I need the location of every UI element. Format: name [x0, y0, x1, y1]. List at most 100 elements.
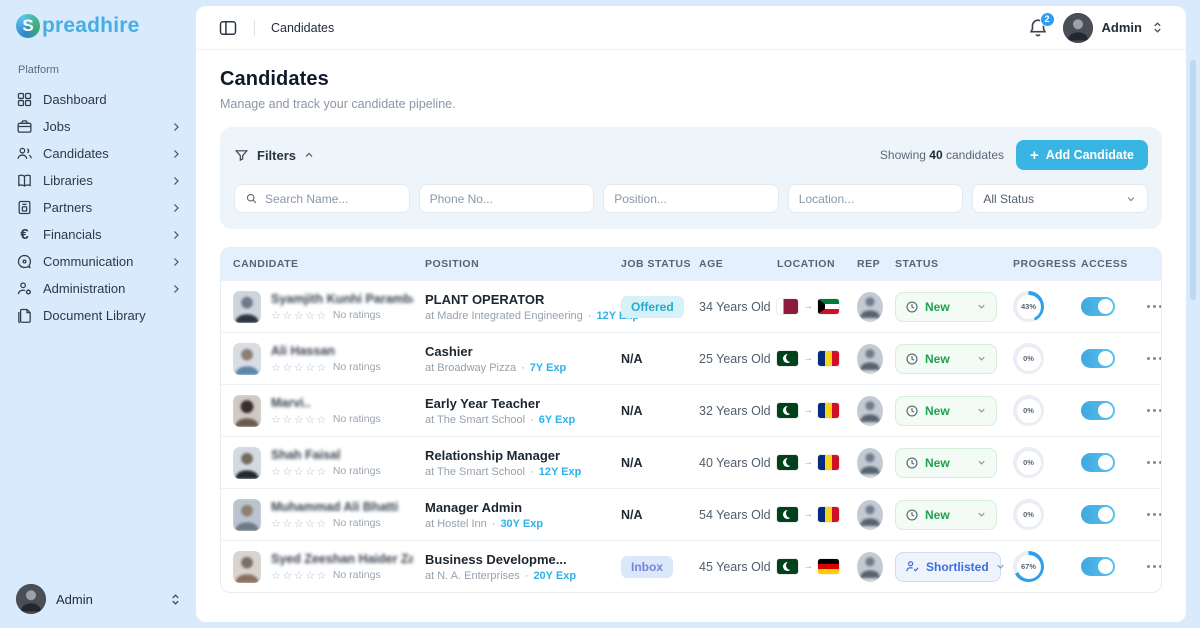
- company-label: at Hostel Inn: [425, 518, 487, 530]
- chevron-up-icon[interactable]: [303, 149, 315, 161]
- rating-stars[interactable]: ☆☆☆☆☆: [271, 517, 328, 530]
- row-menu-button[interactable]: [1143, 509, 1162, 520]
- avatar: [1063, 13, 1093, 43]
- no-ratings-label: No ratings: [333, 517, 381, 529]
- candidate-name[interactable]: Syed Zeeshan Haider Zaidi: [271, 552, 413, 566]
- brand-orb-icon: S: [16, 14, 40, 38]
- rating-stars[interactable]: ☆☆☆☆☆: [271, 413, 328, 426]
- access-toggle[interactable]: [1081, 401, 1115, 420]
- arrow-icon: →: [803, 457, 813, 468]
- sidebar-item-administration[interactable]: Administration: [16, 275, 182, 302]
- sidebar-item-partners[interactable]: Partners: [16, 194, 182, 221]
- access-toggle[interactable]: [1081, 557, 1115, 576]
- sidebar-item-libraries[interactable]: Libraries: [16, 167, 182, 194]
- user-menu[interactable]: Admin: [1063, 13, 1164, 43]
- add-candidate-button[interactable]: + Add Candidate: [1016, 140, 1148, 170]
- candidate-name[interactable]: Shah Faisal: [271, 448, 381, 462]
- scrollbar-thumb[interactable]: [1190, 60, 1196, 300]
- position-title[interactable]: Manager Admin: [425, 500, 522, 515]
- candidate-name[interactable]: Muhammad Ali Bhatti: [271, 500, 398, 514]
- sidebar-item-label: Communication: [43, 254, 160, 269]
- row-menu-button[interactable]: [1143, 457, 1162, 468]
- sidebar-item-jobs[interactable]: Jobs: [16, 113, 182, 140]
- experience-link[interactable]: 7Y Exp: [530, 362, 567, 374]
- status-dropdown[interactable]: New: [895, 396, 997, 426]
- age-label: 32 Years Old: [687, 404, 765, 418]
- status-dropdown[interactable]: New: [895, 344, 997, 374]
- row-menu-button[interactable]: [1143, 405, 1162, 416]
- experience-link[interactable]: 20Y Exp: [533, 570, 576, 582]
- access-toggle[interactable]: [1081, 297, 1115, 316]
- sidebar-user-label: Admin: [56, 592, 159, 607]
- phone-input[interactable]: [430, 192, 584, 206]
- rating-stars[interactable]: ☆☆☆☆☆: [271, 309, 328, 322]
- chevron-down-icon: [1125, 193, 1137, 205]
- phone-field[interactable]: [419, 184, 595, 213]
- row-menu-button[interactable]: [1143, 561, 1162, 572]
- position-title[interactable]: Early Year Teacher: [425, 396, 540, 411]
- candidate-name[interactable]: Marvi..: [271, 396, 381, 410]
- location-input[interactable]: [799, 192, 953, 206]
- search-name-field[interactable]: [234, 184, 410, 213]
- status-dropdown[interactable]: New: [895, 500, 997, 530]
- access-toggle[interactable]: [1081, 349, 1115, 368]
- experience-link[interactable]: 6Y Exp: [539, 414, 576, 426]
- brand-logo[interactable]: S preadhire: [16, 14, 182, 38]
- arrow-icon: →: [803, 405, 813, 416]
- table-row: Shah Faisal ☆☆☆☆☆ No ratings Relationship…: [221, 436, 1161, 488]
- notifications-button[interactable]: 2: [1027, 17, 1049, 39]
- sidebar-toggle-icon[interactable]: [218, 18, 238, 38]
- sidebar-item-dashboard[interactable]: Dashboard: [16, 86, 182, 113]
- candidate-name[interactable]: Ali Hassan: [271, 344, 381, 358]
- table-row: Syed Zeeshan Haider Zaidi ☆☆☆☆☆ No rating…: [221, 540, 1161, 592]
- job-status-badge: Offered: [621, 296, 684, 318]
- sidebar-user-menu[interactable]: Admin: [16, 584, 182, 614]
- rep-avatar[interactable]: [857, 292, 883, 322]
- page-title: Candidates: [220, 68, 1162, 91]
- status-dropdown[interactable]: Shortlisted: [895, 552, 1001, 582]
- position-title[interactable]: Relationship Manager: [425, 448, 560, 463]
- rep-avatar[interactable]: [857, 448, 883, 478]
- position-title[interactable]: Business Developme...: [425, 552, 567, 567]
- dot-separator: ·: [521, 362, 525, 374]
- no-ratings-label: No ratings: [333, 465, 381, 477]
- access-toggle[interactable]: [1081, 505, 1115, 524]
- rating-stars[interactable]: ☆☆☆☆☆: [271, 361, 328, 374]
- rating-stars[interactable]: ☆☆☆☆☆: [271, 465, 328, 478]
- status-dropdown[interactable]: New: [895, 448, 997, 478]
- status-select-value: All Status: [983, 192, 1034, 206]
- access-toggle[interactable]: [1081, 453, 1115, 472]
- position-title[interactable]: Cashier: [425, 344, 473, 359]
- sidebar-item-communication[interactable]: Communication: [16, 248, 182, 275]
- rating-stars[interactable]: ☆☆☆☆☆: [271, 569, 328, 582]
- candidate-name[interactable]: Syamjith Kunhi Parambath: [271, 292, 413, 306]
- no-ratings-label: No ratings: [333, 569, 381, 581]
- chevron-right-icon: [170, 148, 182, 160]
- sidebar-item-document-library[interactable]: Document Library: [16, 302, 182, 329]
- rep-avatar[interactable]: [857, 552, 883, 582]
- company-label: at Broadway Pizza: [425, 362, 516, 374]
- sidebar-item-financials[interactable]: € Financials: [16, 221, 182, 248]
- sidebar-item-candidates[interactable]: Candidates: [16, 140, 182, 167]
- rep-avatar[interactable]: [857, 396, 883, 426]
- status-label: Shortlisted: [926, 560, 989, 574]
- search-name-input[interactable]: [265, 192, 399, 206]
- filters-label[interactable]: Filters: [257, 148, 296, 163]
- row-menu-button[interactable]: [1143, 353, 1162, 364]
- experience-link[interactable]: 30Y Exp: [500, 518, 543, 530]
- rep-avatar[interactable]: [857, 500, 883, 530]
- no-ratings-label: No ratings: [333, 361, 381, 373]
- row-menu-button[interactable]: [1143, 301, 1162, 312]
- status-select[interactable]: All Status: [972, 184, 1148, 213]
- no-ratings-label: No ratings: [333, 309, 381, 321]
- col-header-job-status: JOB STATUS: [609, 258, 687, 270]
- position-field[interactable]: [603, 184, 779, 213]
- location-field[interactable]: [788, 184, 964, 213]
- scrollbar-track[interactable]: [1186, 0, 1200, 628]
- position-title[interactable]: PLANT OPERATOR: [425, 292, 544, 307]
- rep-avatar[interactable]: [857, 344, 883, 374]
- status-dropdown[interactable]: New: [895, 292, 997, 322]
- position-input[interactable]: [614, 192, 768, 206]
- experience-link[interactable]: 12Y Exp: [539, 466, 582, 478]
- breadcrumb[interactable]: Candidates: [271, 21, 334, 35]
